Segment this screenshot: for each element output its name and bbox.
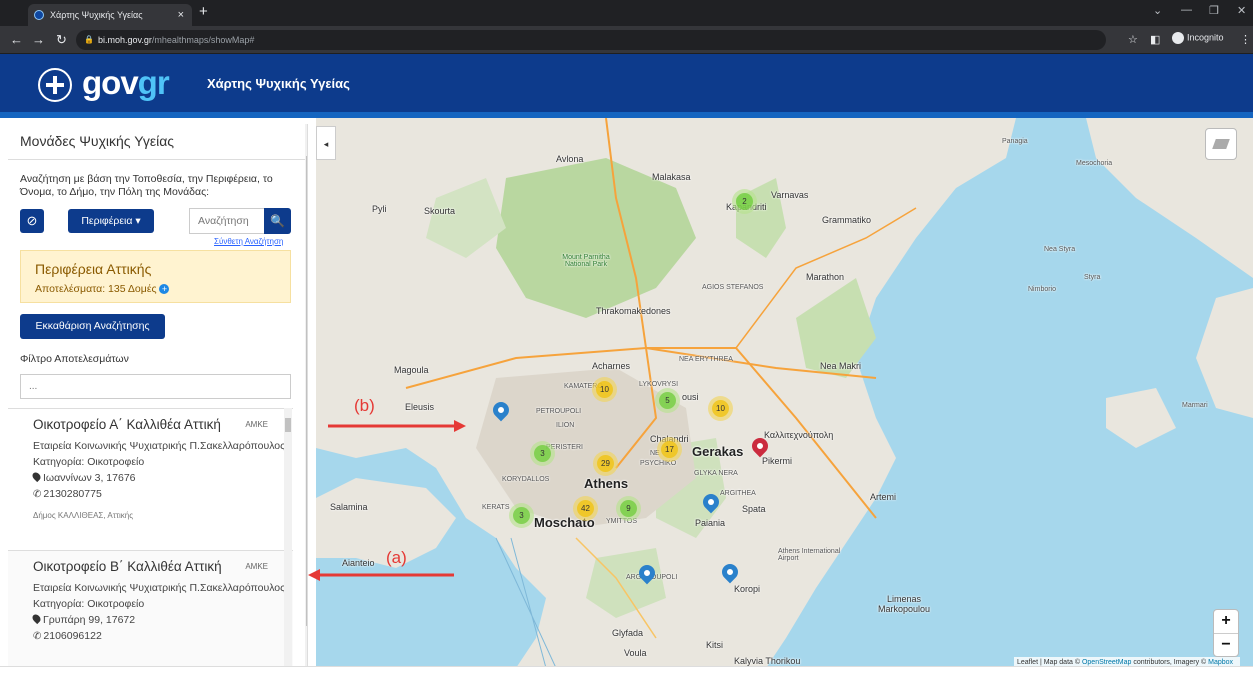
attribution-prefix: Leaflet | Map data © <box>1017 659 1082 666</box>
layers-icon[interactable] <box>1205 128 1237 160</box>
attribution-mid: contributors, Imagery © <box>1131 659 1209 666</box>
zoom-in-button[interactable]: + <box>1214 610 1238 634</box>
page-bottom-edge <box>0 666 1253 675</box>
zoom-out-button[interactable]: − <box>1214 634 1238 658</box>
osm-link[interactable]: OpenStreetMap <box>1082 659 1131 666</box>
zoom-control: + − <box>1213 609 1239 657</box>
mapbox-link[interactable]: Mapbox <box>1208 659 1233 666</box>
collapse-sidebar-button[interactable]: ◂ <box>316 126 336 160</box>
annotation-arrows <box>308 420 466 581</box>
